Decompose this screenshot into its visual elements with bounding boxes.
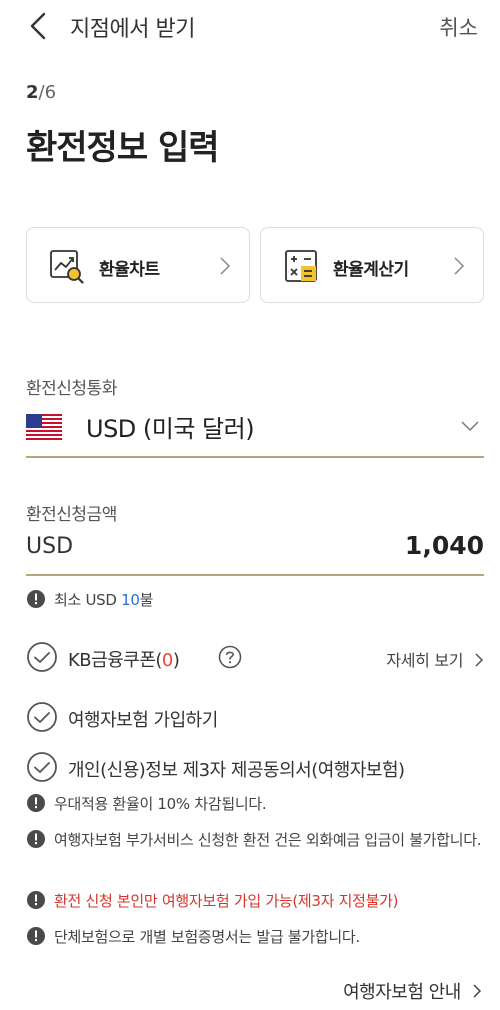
exclamation-icon — [27, 830, 45, 848]
exchange-chart-label: 환율차트 — [99, 260, 160, 280]
certificate-notice: 단체보험으로 개별 보험증명서는 발급 불가합니다. — [26, 925, 486, 949]
check-circle-icon[interactable] — [26, 641, 58, 673]
exclamation-icon — [27, 794, 45, 812]
exchange-calculator-button[interactable]: 환율계산기 — [260, 227, 484, 303]
coupon-label-suffix: ) — [172, 650, 180, 671]
min-amount-suffix: 불 — [139, 591, 154, 609]
currency-select[interactable]: USD (미국 달러) — [26, 406, 484, 458]
back-button[interactable] — [26, 10, 56, 42]
chevron-right-icon — [473, 984, 482, 998]
exclamation-icon — [27, 590, 45, 608]
header: 지점에서 받기 취소 — [0, 0, 500, 52]
chevron-right-icon — [475, 653, 484, 667]
insurance-signup-row[interactable]: 여행자보험 가입하기 — [26, 701, 484, 735]
coupon-count: 0 — [161, 650, 173, 671]
deposit-notice: 여행자보험 부가서비스 신청한 환전 건은 외화예금 입금이 불가합니다. — [26, 828, 486, 852]
certificate-notice-text: 단체보험으로 개별 보험증명서는 발급 불가합니다. — [54, 928, 360, 946]
exclamation-icon — [27, 927, 45, 945]
exclamation-icon — [27, 891, 45, 909]
currency-label: 환전신청통화 — [26, 379, 117, 399]
page-title: 환전정보 입력 — [26, 128, 220, 168]
chevron-down-icon — [461, 421, 479, 432]
chevron-right-icon — [454, 257, 465, 275]
header-title: 지점에서 받기 — [70, 17, 195, 42]
us-flag-icon — [26, 414, 62, 440]
amount-value[interactable]: 1,040 — [405, 531, 484, 560]
chevron-right-icon — [220, 257, 231, 275]
step-current: 2 — [26, 82, 39, 103]
min-amount-number: 10 — [121, 591, 140, 609]
exchange-chart-button[interactable]: 환율차트 — [26, 227, 250, 303]
min-amount-prefix: 최소 USD — [54, 591, 122, 609]
rate-notice-text: 우대적용 환율이 10% 차감됩니다. — [54, 795, 267, 813]
chart-icon — [50, 250, 84, 284]
insurance-signup-label: 여행자보험 가입하기 — [68, 710, 218, 731]
question-icon[interactable] — [218, 645, 242, 669]
self-only-notice: 환전 신청 본인만 여행자보험 가입 가능(제3자 지정불가) — [26, 889, 486, 913]
step-total: 6 — [44, 82, 57, 103]
deposit-notice-text: 여행자보험 부가서비스 신청한 환전 건은 외화예금 입금이 불가합니다. — [54, 831, 482, 849]
calculator-icon — [285, 250, 317, 282]
insurance-guide-label: 여행자보험 안내 — [343, 982, 461, 1003]
self-only-notice-text: 환전 신청 본인만 여행자보험 가입 가능(제3자 지정불가) — [54, 892, 399, 910]
check-circle-icon[interactable] — [26, 701, 58, 733]
amount-currency: USD — [26, 534, 74, 559]
chevron-left-icon — [30, 12, 46, 40]
min-amount-notice: 최소 USD 10불 — [26, 588, 153, 612]
amount-label: 환전신청금액 — [26, 505, 117, 525]
consent-label: 개인(신용)정보 제3자 제공동의서(여행자보험) — [68, 760, 405, 781]
exchange-calculator-label: 환율계산기 — [333, 260, 409, 280]
rate-notice: 우대적용 환율이 10% 차감됩니다. — [26, 792, 486, 816]
coupon-row[interactable]: KB금융쿠폰(0) 자세히 보기 — [26, 641, 484, 675]
step-indicator: 2/6 — [26, 82, 56, 103]
consent-row[interactable]: 개인(신용)정보 제3자 제공동의서(여행자보험) — [26, 751, 484, 785]
cancel-button[interactable]: 취소 — [439, 12, 478, 42]
insurance-guide-link[interactable]: 여행자보험 안내 — [343, 978, 482, 1004]
detail-link-label: 자세히 보기 — [386, 651, 464, 670]
check-circle-icon[interactable] — [26, 751, 58, 783]
coupon-label-prefix: KB금융쿠폰( — [68, 650, 162, 671]
currency-value: USD (미국 달러) — [86, 415, 255, 443]
amount-field[interactable]: USD 1,040 — [26, 526, 484, 576]
detail-link[interactable]: 자세히 보기 — [386, 647, 484, 671]
coupon-label: KB금융쿠폰(0) — [68, 646, 180, 672]
